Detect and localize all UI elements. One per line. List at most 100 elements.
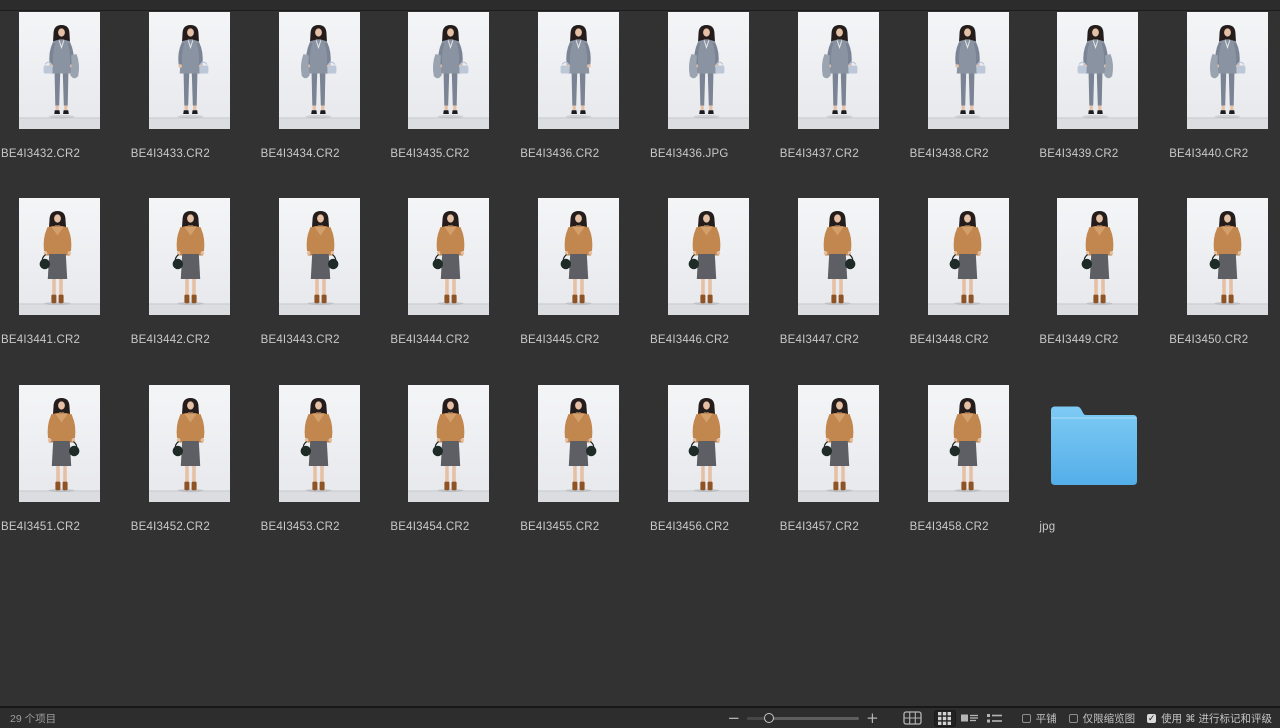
photo-thumbnail[interactable] <box>928 385 1009 502</box>
file-item[interactable]: BE4I3437.CR2 <box>779 12 909 164</box>
photo-thumbnail[interactable] <box>19 385 100 502</box>
photo-thumbnail[interactable] <box>668 385 749 502</box>
checked-checkbox-icon[interactable]: ✓ <box>1147 714 1156 723</box>
folder-item[interactable]: jpg <box>1038 385 1168 537</box>
file-name-label[interactable]: BE4I3440.CR2 <box>1169 147 1248 161</box>
file-item[interactable]: BE4I3438.CR2 <box>909 12 1039 164</box>
file-item[interactable]: BE4I3439.CR2 <box>1038 12 1168 164</box>
file-name-label[interactable]: BE4I3439.CR2 <box>1039 147 1118 161</box>
photo-thumbnail[interactable] <box>1057 12 1138 129</box>
file-name-label[interactable]: BE4I3450.CR2 <box>1169 333 1248 347</box>
file-name-label[interactable]: BE4I3434.CR2 <box>261 147 340 161</box>
file-name-label[interactable]: BE4I3445.CR2 <box>520 333 599 347</box>
photo-thumbnail[interactable] <box>538 12 619 129</box>
file-name-label[interactable]: BE4I3453.CR2 <box>261 520 340 534</box>
file-item[interactable]: BE4I3440.CR2 <box>1168 12 1280 164</box>
file-item[interactable]: BE4I3445.CR2 <box>519 198 649 350</box>
file-item[interactable]: BE4I3447.CR2 <box>779 198 909 350</box>
file-item[interactable]: BE4I3453.CR2 <box>260 385 390 537</box>
photo-thumbnail[interactable] <box>798 198 879 315</box>
file-item[interactable]: BE4I3455.CR2 <box>519 385 649 537</box>
file-name-label[interactable]: BE4I3441.CR2 <box>1 333 80 347</box>
file-name-label[interactable]: BE4I3438.CR2 <box>910 147 989 161</box>
file-item[interactable]: BE4I3436.JPG <box>649 12 779 164</box>
file-item[interactable]: BE4I3435.CR2 <box>389 12 519 164</box>
photo-thumbnail[interactable] <box>1057 198 1138 315</box>
file-name-label[interactable]: BE4I3432.CR2 <box>1 147 80 161</box>
photo-thumbnail[interactable] <box>279 12 360 129</box>
photo-thumbnail[interactable] <box>1187 12 1268 129</box>
file-name-label[interactable]: BE4I3436.CR2 <box>520 147 599 161</box>
file-item[interactable]: BE4I3432.CR2 <box>0 12 130 164</box>
photo-thumbnail[interactable] <box>928 198 1009 315</box>
file-name-label[interactable]: BE4I3448.CR2 <box>910 333 989 347</box>
file-name-label[interactable]: BE4I3447.CR2 <box>780 333 859 347</box>
file-name-label[interactable]: BE4I3442.CR2 <box>131 333 210 347</box>
file-item[interactable]: BE4I3458.CR2 <box>909 385 1039 537</box>
slider-knob[interactable] <box>764 713 774 723</box>
file-name-label[interactable]: BE4I3449.CR2 <box>1039 333 1118 347</box>
file-name-label[interactable]: BE4I3446.CR2 <box>650 333 729 347</box>
grid-view-button[interactable] <box>934 710 956 727</box>
file-item[interactable]: BE4I3451.CR2 <box>0 385 130 537</box>
file-name-label[interactable]: BE4I3443.CR2 <box>261 333 340 347</box>
photo-thumbnail[interactable] <box>668 12 749 129</box>
file-item[interactable]: BE4I3442.CR2 <box>130 198 260 350</box>
photo-thumbnail[interactable] <box>149 12 230 129</box>
unchecked-checkbox-icon[interactable] <box>1022 714 1031 723</box>
file-name-label[interactable]: BE4I3455.CR2 <box>520 520 599 534</box>
file-item[interactable]: BE4I3446.CR2 <box>649 198 779 350</box>
file-name-label[interactable]: BE4I3456.CR2 <box>650 520 729 534</box>
thumbnail-larger-button[interactable]: + <box>866 713 879 723</box>
file-item[interactable]: BE4I3441.CR2 <box>0 198 130 350</box>
file-item[interactable]: BE4I3449.CR2 <box>1038 198 1168 350</box>
file-item[interactable]: BE4I3450.CR2 <box>1168 198 1280 350</box>
unchecked-checkbox-icon[interactable] <box>1069 714 1078 723</box>
details-view-button[interactable] <box>959 710 981 727</box>
photo-thumbnail[interactable] <box>408 385 489 502</box>
file-item[interactable]: BE4I3444.CR2 <box>389 198 519 350</box>
file-item[interactable]: BE4I3434.CR2 <box>260 12 390 164</box>
file-item[interactable]: BE4I3448.CR2 <box>909 198 1039 350</box>
file-name-label[interactable]: BE4I3444.CR2 <box>390 333 469 347</box>
list-view-button[interactable] <box>984 710 1006 727</box>
thumbnail-smaller-button[interactable]: − <box>728 713 741 723</box>
use-cmd-marking-rating-checkbox[interactable]: ✓使用 ⌘ 进行标记和评级 <box>1147 711 1272 726</box>
file-item[interactable]: BE4I3443.CR2 <box>260 198 390 350</box>
tile-checkbox[interactable]: 平铺 <box>1022 711 1057 726</box>
photo-thumbnail[interactable] <box>928 12 1009 129</box>
photo-thumbnail[interactable] <box>798 12 879 129</box>
file-item[interactable]: BE4I3454.CR2 <box>389 385 519 537</box>
lock-grid-icon[interactable] <box>903 711 922 725</box>
folder-icon[interactable] <box>1048 401 1140 489</box>
photo-thumbnail[interactable] <box>538 198 619 315</box>
photo-thumbnail[interactable] <box>798 385 879 502</box>
photo-thumbnail[interactable] <box>538 385 619 502</box>
file-name-label[interactable]: BE4I3435.CR2 <box>390 147 469 161</box>
photo-thumbnail[interactable] <box>279 385 360 502</box>
photo-thumbnail[interactable] <box>408 12 489 129</box>
photo-thumbnail[interactable] <box>279 198 360 315</box>
photo-thumbnail[interactable] <box>149 198 230 315</box>
photo-thumbnail[interactable] <box>149 385 230 502</box>
photo-thumbnail[interactable] <box>1187 198 1268 315</box>
file-item[interactable]: BE4I3436.CR2 <box>519 12 649 164</box>
file-name-label[interactable]: BE4I3454.CR2 <box>390 520 469 534</box>
file-name-label[interactable]: BE4I3457.CR2 <box>780 520 859 534</box>
file-name-label[interactable]: jpg <box>1039 520 1055 534</box>
thumbnails-only-checkbox[interactable]: 仅限缩览图 <box>1069 711 1136 726</box>
photo-thumbnail[interactable] <box>19 198 100 315</box>
file-name-label[interactable]: BE4I3436.JPG <box>650 147 728 161</box>
photo-thumbnail[interactable] <box>408 198 489 315</box>
photo-thumbnail[interactable] <box>668 198 749 315</box>
photo-thumbnail[interactable] <box>19 12 100 129</box>
file-name-label[interactable]: BE4I3433.CR2 <box>131 147 210 161</box>
file-name-label[interactable]: BE4I3437.CR2 <box>780 147 859 161</box>
file-item[interactable]: BE4I3433.CR2 <box>130 12 260 164</box>
file-item[interactable]: BE4I3456.CR2 <box>649 385 779 537</box>
file-item[interactable]: BE4I3452.CR2 <box>130 385 260 537</box>
file-name-label[interactable]: BE4I3458.CR2 <box>910 520 989 534</box>
thumbnail-size-slider[interactable] <box>747 711 859 725</box>
file-name-label[interactable]: BE4I3452.CR2 <box>131 520 210 534</box>
file-item[interactable]: BE4I3457.CR2 <box>779 385 909 537</box>
